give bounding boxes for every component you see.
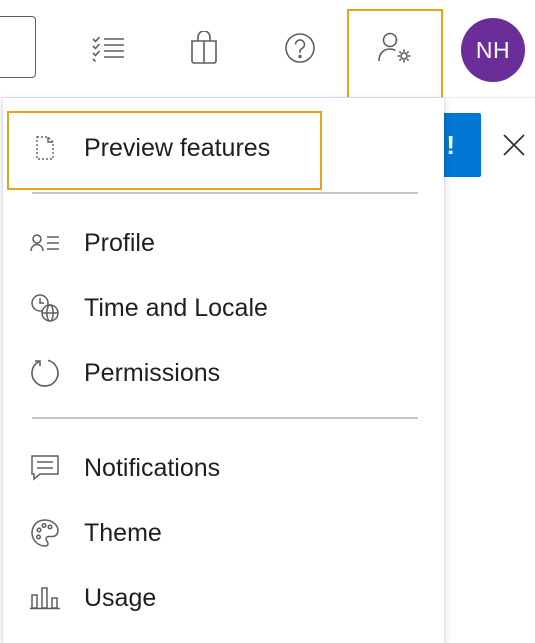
refresh-circle-icon bbox=[29, 357, 61, 389]
menu-item-label: Notifications bbox=[84, 453, 221, 482]
contact-card-icon bbox=[29, 227, 61, 259]
menu-divider bbox=[32, 417, 418, 419]
menu-item-label: Theme bbox=[84, 518, 162, 547]
chat-bubble-icon bbox=[29, 452, 61, 484]
shopping-bag-icon[interactable] bbox=[174, 18, 234, 78]
menu-item-label: Time and Locale bbox=[84, 293, 268, 322]
menu-item-permissions[interactable]: Permissions bbox=[3, 343, 444, 403]
menu-item-time-and-locale[interactable]: Time and Locale bbox=[3, 278, 444, 338]
menu-item-profile[interactable]: Profile bbox=[3, 213, 444, 273]
help-icon[interactable] bbox=[270, 18, 330, 78]
clock-globe-icon bbox=[29, 292, 61, 324]
menu-item-preview-features[interactable]: Preview features bbox=[3, 118, 444, 178]
backlog-list-icon[interactable] bbox=[79, 18, 139, 78]
menu-divider bbox=[32, 192, 418, 194]
menu-item-label: Preview features bbox=[84, 133, 271, 162]
bar-chart-icon bbox=[29, 582, 61, 614]
menu-item-label: Permissions bbox=[84, 358, 221, 387]
close-icon[interactable] bbox=[497, 128, 531, 162]
menu-item-theme[interactable]: Theme bbox=[3, 503, 444, 563]
search-box-edge[interactable] bbox=[0, 16, 36, 78]
palette-icon bbox=[29, 517, 61, 549]
menu-item-usage[interactable]: Usage bbox=[3, 568, 444, 628]
menu-item-label: Usage bbox=[84, 583, 157, 612]
menu-item-label: Profile bbox=[84, 228, 155, 257]
user-settings-menu: Preview features Profile Time and Locale… bbox=[3, 98, 444, 643]
top-bar: NH bbox=[0, 0, 535, 100]
document-dashed-icon bbox=[29, 132, 61, 164]
user-settings-icon[interactable] bbox=[365, 18, 425, 78]
menu-item-notifications[interactable]: Notifications bbox=[3, 438, 444, 498]
avatar[interactable]: NH bbox=[461, 18, 525, 82]
